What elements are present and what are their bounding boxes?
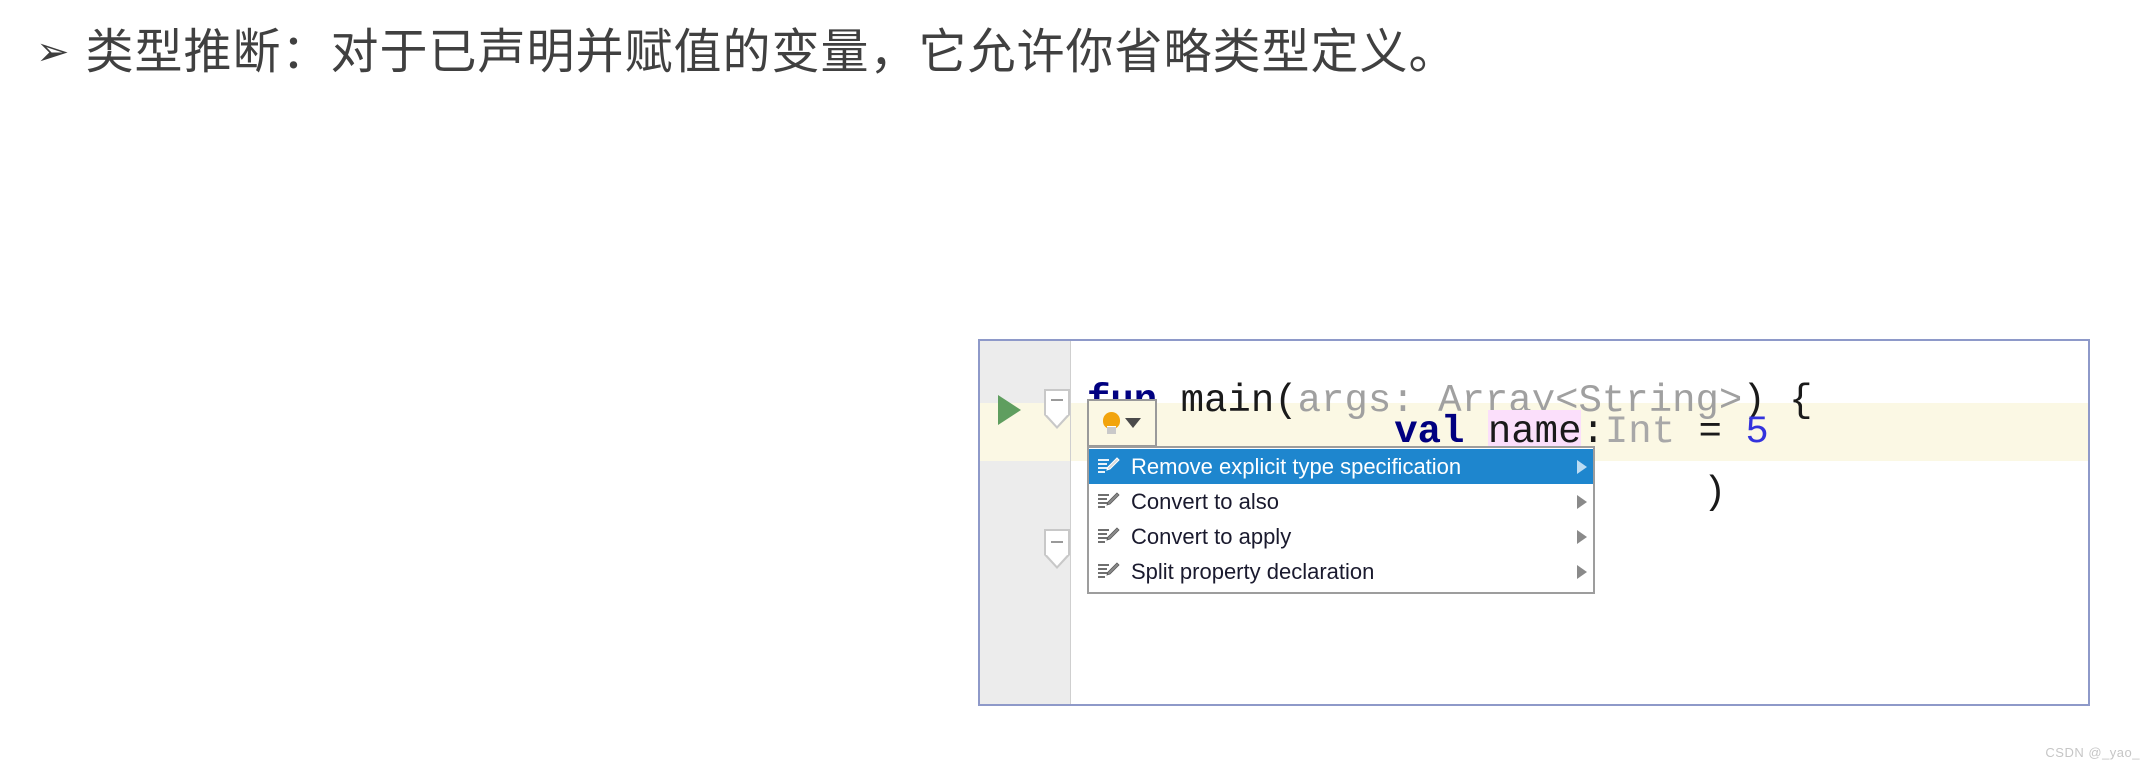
menu-item-convert-to-also[interactable]: Convert to also	[1089, 484, 1593, 519]
arrow-bullet-icon: ➢	[36, 29, 70, 76]
run-arrow-icon[interactable]	[998, 395, 1021, 425]
submenu-arrow-icon	[1577, 529, 1587, 544]
menu-item-label: Split property declaration	[1131, 558, 1375, 584]
submenu-arrow-icon	[1577, 564, 1587, 579]
code-text-area[interactable]: fun main ( args: Array<String> ) { val n…	[1071, 341, 2088, 704]
submenu-arrow-icon	[1577, 459, 1587, 474]
lightbulb-icon	[1103, 412, 1120, 434]
fold-collapse-icon-bottom[interactable]	[1044, 529, 1070, 569]
watermark: CSDN @_yao_	[2045, 745, 2140, 760]
code-editor-panel: fun main ( args: Array<String> ) { val n…	[978, 339, 2090, 706]
type-annotation: Int	[1604, 410, 1676, 454]
page-title: 类型推断：对于已声明并赋值的变量，它允许你省略类型定义。	[85, 24, 1458, 80]
quickfix-icon	[1097, 491, 1121, 513]
intention-actions-menu: Remove explicit type specification Conve…	[1087, 446, 1595, 594]
menu-item-label: Convert to apply	[1131, 523, 1292, 549]
assign-operator: =	[1675, 410, 1746, 454]
menu-item-label: Convert to also	[1131, 488, 1279, 514]
slide-heading: ➢ 类型推断：对于已声明并赋值的变量，它允许你省略类型定义。	[36, 26, 1458, 79]
menu-item-remove-explicit-type-specification[interactable]: Remove explicit type specification	[1089, 449, 1593, 484]
menu-item-convert-to-apply[interactable]: Convert to apply	[1089, 519, 1593, 554]
menu-item-label: Remove explicit type specification	[1131, 453, 1462, 479]
menu-item-split-property-declaration[interactable]: Split property declaration	[1089, 554, 1593, 589]
quickfix-icon	[1097, 561, 1121, 583]
fold-collapse-icon-top[interactable]	[1044, 389, 1070, 429]
quickfix-icon	[1097, 456, 1121, 478]
submenu-arrow-icon	[1577, 494, 1587, 509]
intention-bulb-button[interactable]	[1087, 399, 1157, 447]
numeric-literal: 5	[1745, 410, 1769, 454]
chevron-down-icon	[1125, 418, 1141, 428]
code-line-3-partial: )	[1703, 471, 1727, 515]
quickfix-icon	[1097, 526, 1121, 548]
